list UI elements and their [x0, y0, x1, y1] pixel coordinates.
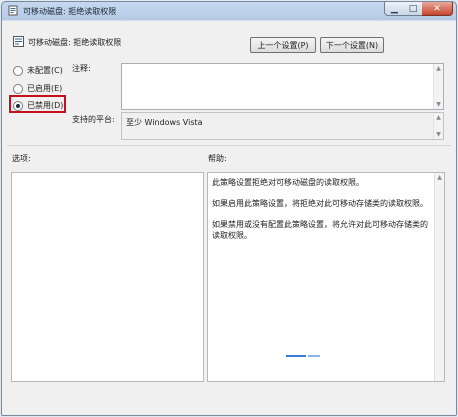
- watermark-bar: [308, 355, 320, 357]
- platform-value: 至少 Windows Vista: [126, 118, 203, 127]
- radio-label: 未配置(C): [27, 66, 63, 75]
- radio-circle[interactable]: [13, 83, 23, 94]
- previous-setting-button[interactable]: 上一个设置(P): [250, 37, 316, 53]
- help-paragraph: 如果禁用或没有配置此策略设置，将允许对此可移动存储类的读取权限。: [212, 220, 428, 240]
- platform-scrollbar[interactable]: ▲ ▼: [433, 113, 443, 139]
- help-paragraph: 此策略设置拒绝对可移动磁盘的读取权限。: [212, 178, 364, 187]
- policy-icon: [8, 5, 18, 16]
- help-pane: 此策略设置拒绝对可移动磁盘的读取权限。 如果启用此策略设置，将拒绝对此可移动存储…: [207, 172, 445, 382]
- scroll-up-icon[interactable]: ▲: [435, 173, 444, 182]
- close-button[interactable]: ✕: [422, 2, 453, 16]
- close-icon: ✕: [433, 3, 441, 14]
- comment-scrollbar[interactable]: ▲ ▼: [433, 64, 443, 109]
- selection-highlight: [9, 95, 66, 113]
- title-bar[interactable]: 可移动磁盘: 拒绝读取权限 ▁ □ ✕: [2, 2, 456, 20]
- platform-field: 至少 Windows Vista ▲ ▼: [121, 112, 444, 140]
- watermark-bar: [286, 355, 306, 357]
- help-label: 帮助:: [208, 154, 227, 163]
- help-paragraph: 如果启用此策略设置，将拒绝对此可移动存储类的读取权限。: [212, 199, 428, 208]
- radio-label: 已启用(E): [27, 84, 63, 93]
- radio-circle[interactable]: [13, 65, 23, 76]
- radio-enabled[interactable]: 已启用(E): [13, 83, 62, 94]
- comment-label: 注释:: [72, 64, 91, 73]
- window-title: 可移动磁盘: 拒绝读取权限: [23, 7, 117, 16]
- policy-dialog: 可移动磁盘: 拒绝读取权限 ▁ □ ✕ 可移动磁盘: 拒绝读取权限 上一个设置(…: [1, 1, 457, 416]
- comment-textarea[interactable]: ▲ ▼: [121, 63, 444, 110]
- maximize-icon: □: [408, 3, 418, 14]
- options-pane: [11, 172, 204, 382]
- scroll-down-icon[interactable]: ▼: [434, 100, 443, 109]
- scroll-up-icon[interactable]: ▲: [434, 64, 443, 73]
- options-label: 选项:: [12, 154, 31, 163]
- policy-title: 可移动磁盘: 拒绝读取权限: [28, 38, 122, 47]
- setting-icon: [13, 36, 24, 47]
- scroll-up-icon[interactable]: ▲: [434, 113, 443, 122]
- maximize-button[interactable]: □: [404, 2, 423, 16]
- help-text: 此策略设置拒绝对可移动磁盘的读取权限。 如果启用此策略设置，将拒绝对此可移动存储…: [212, 177, 434, 251]
- scroll-down-icon[interactable]: ▼: [434, 130, 443, 139]
- radio-not-configured[interactable]: 未配置(C): [13, 65, 63, 76]
- minimize-icon: ▁: [391, 3, 398, 14]
- next-setting-button[interactable]: 下一个设置(N): [320, 37, 384, 53]
- watermark-mark: [286, 355, 386, 371]
- divider: [7, 145, 451, 146]
- platform-label: 支持的平台:: [72, 115, 115, 124]
- minimize-button[interactable]: ▁: [384, 2, 405, 16]
- help-scrollbar[interactable]: ▲: [434, 173, 444, 381]
